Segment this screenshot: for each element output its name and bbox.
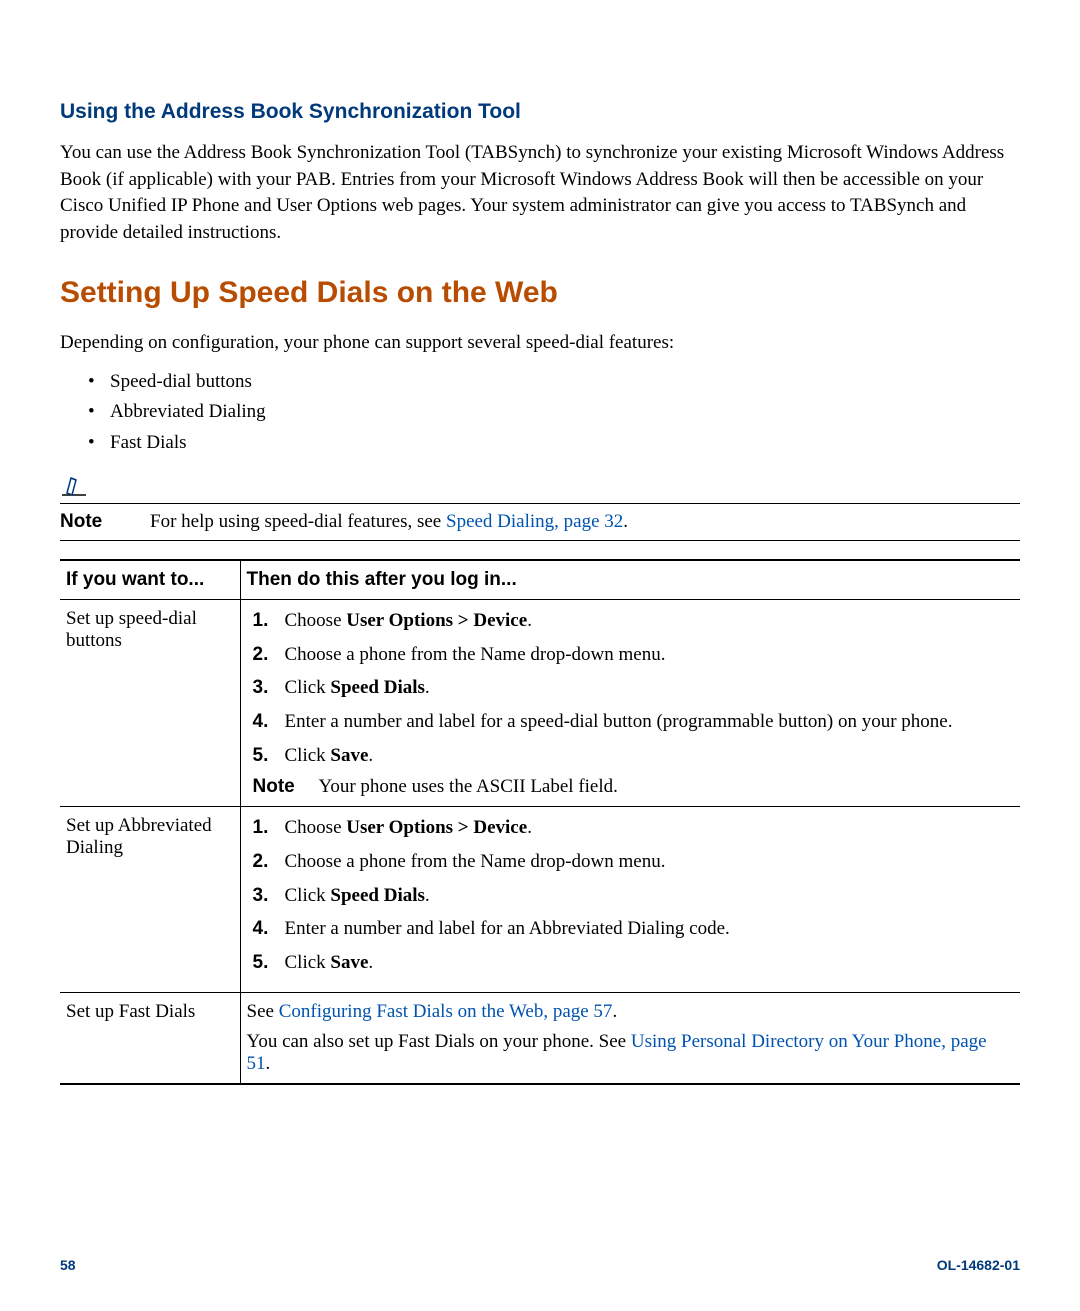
step-item: Click Save. (247, 743, 1015, 769)
bullet-list: Speed-dial buttons Abbreviated Dialing F… (60, 367, 1020, 458)
note-block: Note For help using speed-dial features,… (60, 476, 1020, 541)
note-link[interactable]: Speed Dialing, page 32 (446, 511, 623, 532)
pencil-icon (62, 476, 1020, 501)
doc-id: OL-14682-01 (937, 1257, 1020, 1273)
step-list: Choose User Options > Device. Choose a p… (247, 608, 1015, 768)
section1-body: You can use the Address Book Synchroniza… (60, 140, 1020, 246)
bullet-item: Speed-dial buttons (60, 367, 1020, 397)
inner-note: Note Your phone uses the ASCII Label fie… (247, 776, 1015, 798)
table-right-cell: Choose User Options > Device. Choose a p… (240, 807, 1020, 992)
section2-title: Setting Up Speed Dials on the Web (60, 276, 1020, 310)
note-label: Note (60, 511, 150, 533)
step-item: Enter a number and label for an Abbrevia… (247, 916, 1015, 942)
table-row: Set up Abbreviated Dialing Choose User O… (60, 807, 1020, 992)
bullet-item: Fast Dials (60, 428, 1020, 458)
step-item: Click Speed Dials. (247, 675, 1015, 701)
step-item: Choose a phone from the Name drop-down m… (247, 849, 1015, 875)
table-left-cell: Set up speed-dial buttons (60, 600, 240, 807)
step-item: Choose a phone from the Name drop-down m… (247, 642, 1015, 668)
inner-note-label: Note (247, 776, 319, 798)
speed-dial-table: If you want to... Then do this after you… (60, 559, 1020, 1084)
inner-note-text: Your phone uses the ASCII Label field. (319, 776, 618, 798)
table-header-col2: Then do this after you log in... (240, 560, 1020, 600)
step-list: Choose User Options > Device. Choose a p… (247, 815, 1015, 975)
fast-dials-link[interactable]: Configuring Fast Dials on the Web, page … (279, 1001, 613, 1022)
page-footer: 58 OL-14682-01 (60, 1257, 1020, 1273)
page-number: 58 (60, 1257, 76, 1273)
table-right-cell: Choose User Options > Device. Choose a p… (240, 600, 1020, 807)
section2-lead: Depending on configuration, your phone c… (60, 330, 1020, 357)
step-item: Choose User Options > Device. (247, 608, 1015, 634)
section1-title: Using the Address Book Synchronization T… (60, 100, 1020, 124)
table-row: Set up Fast Dials See Configuring Fast D… (60, 992, 1020, 1084)
note-text: For help using speed-dial features, see … (150, 511, 628, 533)
table-left-cell: Set up Fast Dials (60, 992, 240, 1084)
row3-line2: You can also set up Fast Dials on your p… (247, 1031, 1015, 1075)
step-item: Choose User Options > Device. (247, 815, 1015, 841)
table-left-cell: Set up Abbreviated Dialing (60, 807, 240, 992)
table-right-cell: See Configuring Fast Dials on the Web, p… (240, 992, 1020, 1084)
step-item: Enter a number and label for a speed-dia… (247, 709, 1015, 735)
step-item: Click Save. (247, 950, 1015, 976)
row3-line1: See Configuring Fast Dials on the Web, p… (247, 1001, 1015, 1023)
bullet-item: Abbreviated Dialing (60, 397, 1020, 427)
step-item: Click Speed Dials. (247, 883, 1015, 909)
table-header-col1: If you want to... (60, 560, 240, 600)
table-row: Set up speed-dial buttons Choose User Op… (60, 600, 1020, 807)
